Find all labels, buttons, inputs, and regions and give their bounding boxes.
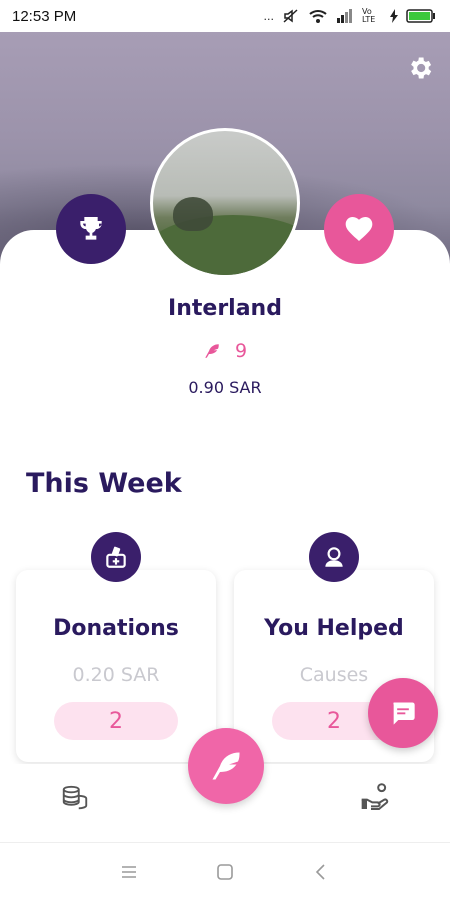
donations-amount: 0.20 SAR: [72, 664, 160, 686]
wifi-icon: [309, 10, 327, 23]
chat-icon: [393, 702, 415, 725]
donations-card[interactable]: Donations 0.20 SAR 2: [16, 570, 216, 762]
avatar-hill: [153, 215, 297, 275]
back-button[interactable]: [308, 859, 334, 885]
profile-name: Interland: [168, 296, 282, 321]
square-icon: [217, 863, 233, 880]
coins-icon: [62, 785, 88, 810]
favorites-button[interactable]: [324, 194, 394, 264]
system-nav-bar: [0, 842, 450, 900]
charging-icon: [390, 9, 398, 23]
status-bar: 12:53 PM ... Vo LTE: [0, 0, 450, 32]
signal-icon: [337, 9, 352, 23]
donations-count: 2: [54, 702, 178, 740]
points-row: 9: [0, 340, 450, 362]
hand-help-icon: [361, 783, 389, 810]
donations-title: Donations: [53, 616, 179, 641]
status-dots: ...: [263, 9, 275, 23]
chevron-left-icon: [315, 863, 325, 880]
trophy-button[interactable]: [56, 194, 126, 264]
status-time: 12:53 PM: [12, 7, 77, 25]
battery-icon: [406, 9, 435, 23]
gear-icon: [411, 57, 432, 79]
donation-box-badge: [91, 532, 141, 582]
settings-button[interactable]: [404, 52, 436, 84]
section-title: This Week: [26, 468, 182, 499]
avatar-tree: [173, 197, 213, 231]
nav-coins-button[interactable]: [58, 780, 92, 814]
trophy-icon: [80, 217, 102, 240]
recent-apps-button[interactable]: [116, 859, 142, 885]
mute-icon: [283, 9, 298, 23]
feather-icon: [212, 752, 240, 780]
person-icon: [325, 547, 343, 567]
donation-box-icon: [106, 546, 126, 568]
menu-icon: [122, 865, 136, 878]
status-icons: ... Vo LTE: [264, 8, 437, 24]
helper-badge: [309, 532, 359, 582]
feather-icon: [205, 344, 219, 358]
nav-help-button[interactable]: [358, 780, 392, 814]
points-value: 9: [234, 340, 248, 362]
donate-fab[interactable]: [188, 728, 264, 804]
heart-icon: [345, 217, 373, 241]
avatar[interactable]: [150, 128, 300, 278]
chat-fab[interactable]: [368, 678, 438, 748]
you-helped-title: You Helped: [264, 616, 404, 641]
home-button[interactable]: [212, 859, 238, 885]
network-label: Vo LTE: [362, 7, 376, 24]
balance-value: 0.90 SAR: [188, 378, 262, 397]
